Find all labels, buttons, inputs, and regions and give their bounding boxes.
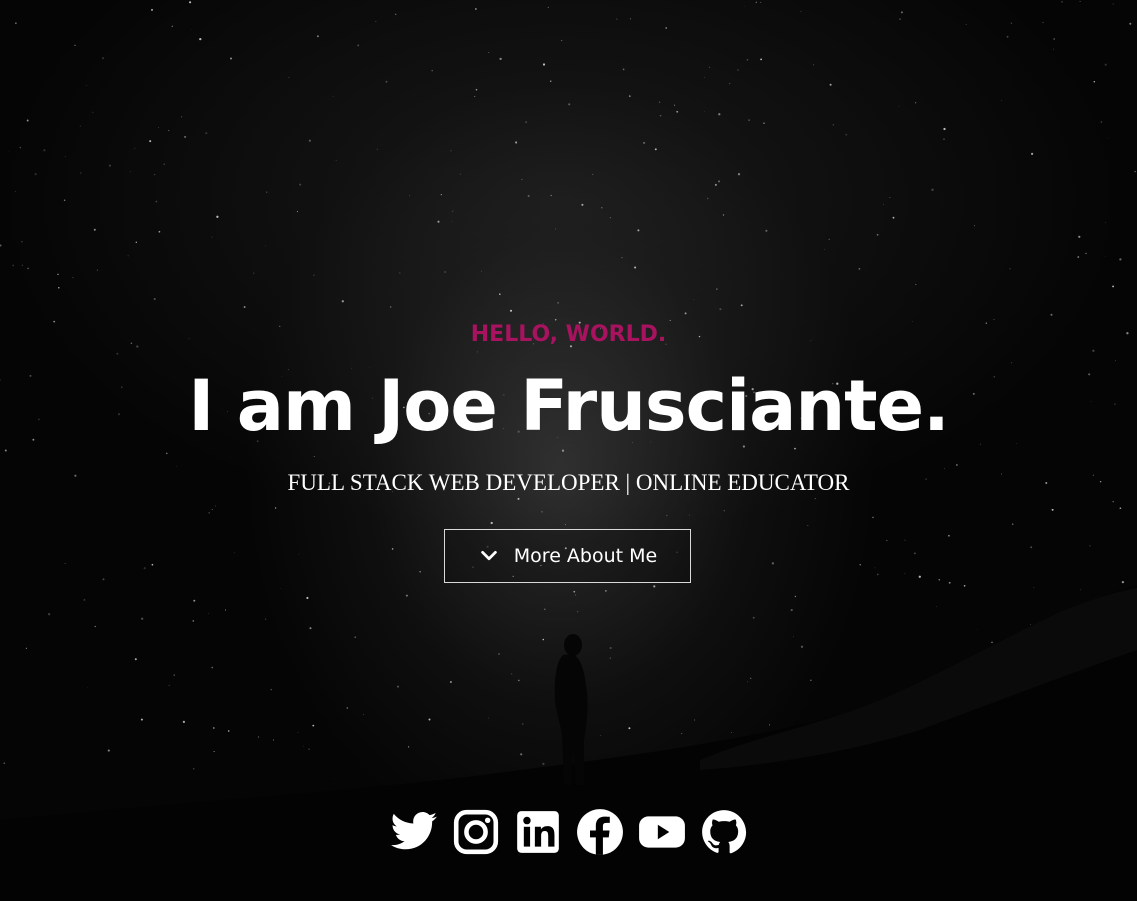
hero-section: HELLO, WORLD. I am Joe Frusciante. FULL … — [0, 0, 1137, 901]
hero-kicker: HELLO, WORLD. — [470, 322, 667, 347]
twitter-icon[interactable] — [389, 806, 439, 858]
hero-headline: I am Joe Frusciante. — [188, 365, 949, 447]
linkedin-icon[interactable] — [513, 806, 563, 858]
hero-content: HELLO, WORLD. I am Joe Frusciante. FULL … — [0, 318, 1137, 498]
facebook-icon[interactable] — [575, 806, 625, 858]
more-about-me-label: More About Me — [513, 545, 658, 567]
youtube-icon[interactable] — [637, 806, 687, 858]
hero-tagline: FULL STACK WEB DEVELOPER | ONLINE EDUCAT… — [287, 470, 850, 495]
social-links — [0, 806, 1137, 858]
instagram-icon[interactable] — [451, 806, 501, 858]
more-about-me-button[interactable]: More About Me — [444, 529, 691, 583]
chevron-down-icon — [478, 545, 500, 567]
github-icon[interactable] — [699, 806, 749, 858]
